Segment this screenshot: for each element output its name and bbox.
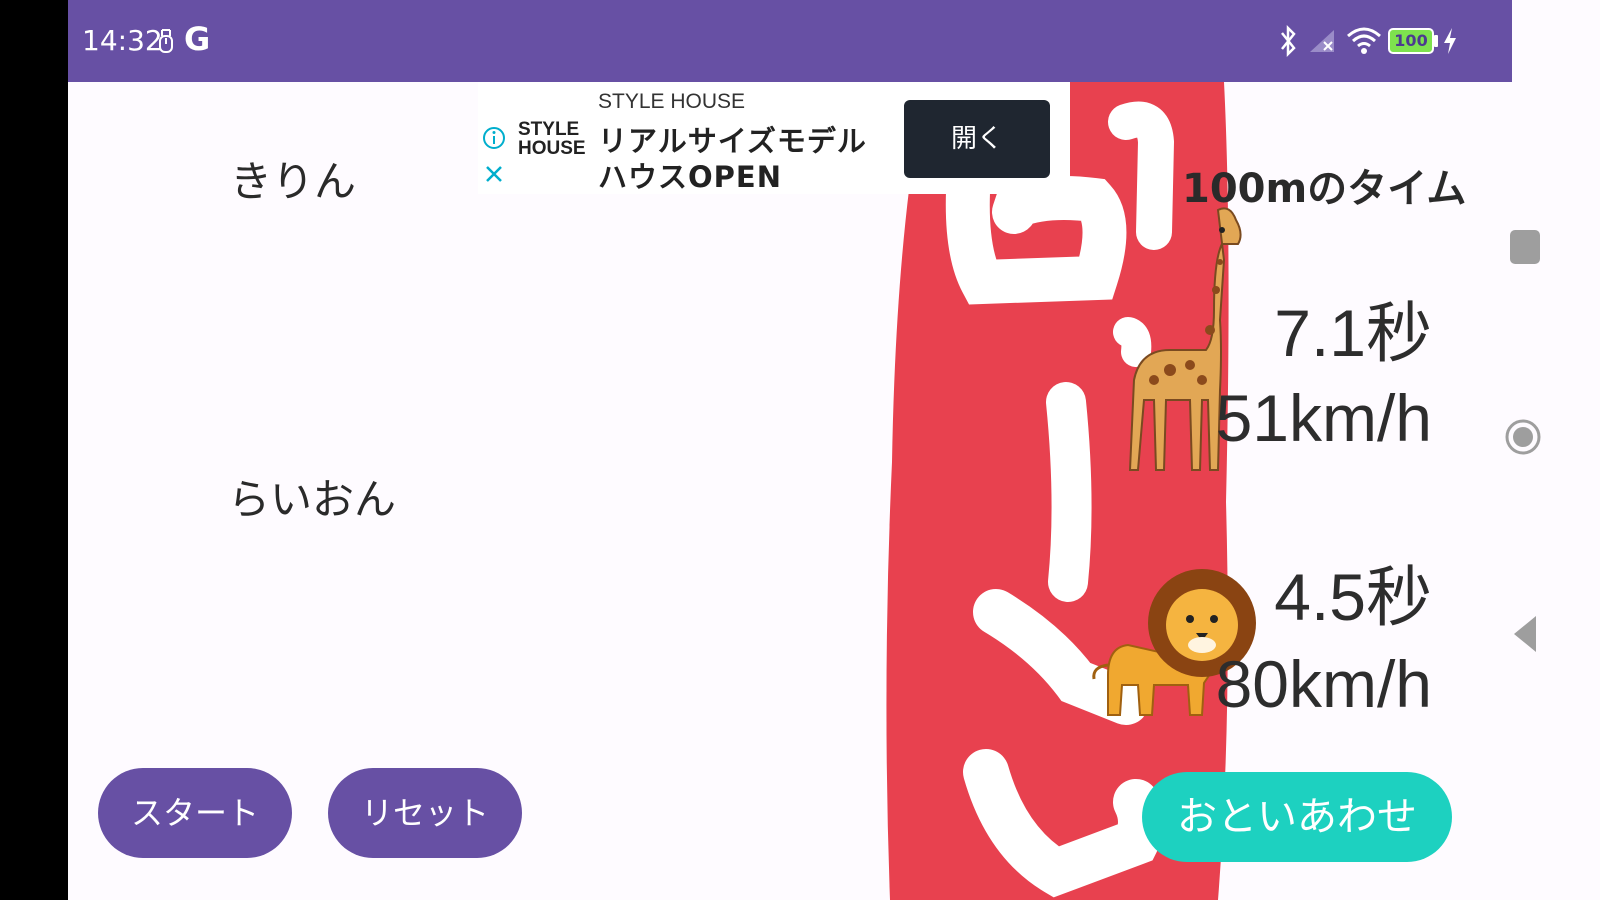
signal-icon <box>1310 30 1334 52</box>
app-screen: 14:32 G 100 STYLE HOUSE STYLE HOUSE リアルサ… <box>68 0 1512 900</box>
battery-icon: 100 <box>1388 28 1434 54</box>
wifi-icon <box>1347 27 1381 54</box>
battery-tip <box>1434 35 1438 47</box>
reset-button[interactable]: リセット <box>328 768 522 858</box>
usb-icon <box>159 29 173 53</box>
recents-icon[interactable] <box>1510 230 1540 264</box>
battery-level: 100 <box>1394 31 1428 50</box>
giraffe-speed: 51km/h <box>1215 381 1432 455</box>
close-icon[interactable] <box>484 164 504 184</box>
lion-speed: 80km/h <box>1215 647 1432 721</box>
left-bezel <box>0 0 68 900</box>
info-icon[interactable] <box>482 126 506 150</box>
giraffe-name: きりん <box>230 157 357 206</box>
ad-logo-line2: HOUSE <box>518 138 586 159</box>
google-icon: G <box>184 20 211 58</box>
bluetooth-icon <box>1281 24 1296 58</box>
contact-button[interactable]: おといあわせ <box>1142 772 1452 862</box>
status-bar: 14:32 G 100 <box>68 0 1512 82</box>
giraffe-time: 7.1秒 <box>1274 296 1432 370</box>
home-icon[interactable] <box>1504 418 1542 456</box>
start-button[interactable]: スタート <box>98 768 292 858</box>
charging-icon <box>1444 28 1456 54</box>
ad-banner[interactable]: STYLE HOUSE STYLE HOUSE リアルサイズモデル ハウスOPE… <box>478 82 1070 194</box>
ad-open-button[interactable]: 開く <box>904 100 1050 178</box>
ad-headline: ハウスOPEN <box>598 160 782 194</box>
time-header: 100mのタイム <box>1182 166 1467 212</box>
back-icon[interactable] <box>1510 614 1540 654</box>
lion-time: 4.5秒 <box>1274 560 1432 634</box>
lion-name: らいおん <box>228 475 397 524</box>
ad-logo: STYLE HOUSE <box>518 120 586 158</box>
ad-logo-line1: STYLE <box>518 119 580 140</box>
ad-brand: STYLE HOUSE <box>598 90 746 113</box>
status-time: 14:32 <box>82 24 163 57</box>
